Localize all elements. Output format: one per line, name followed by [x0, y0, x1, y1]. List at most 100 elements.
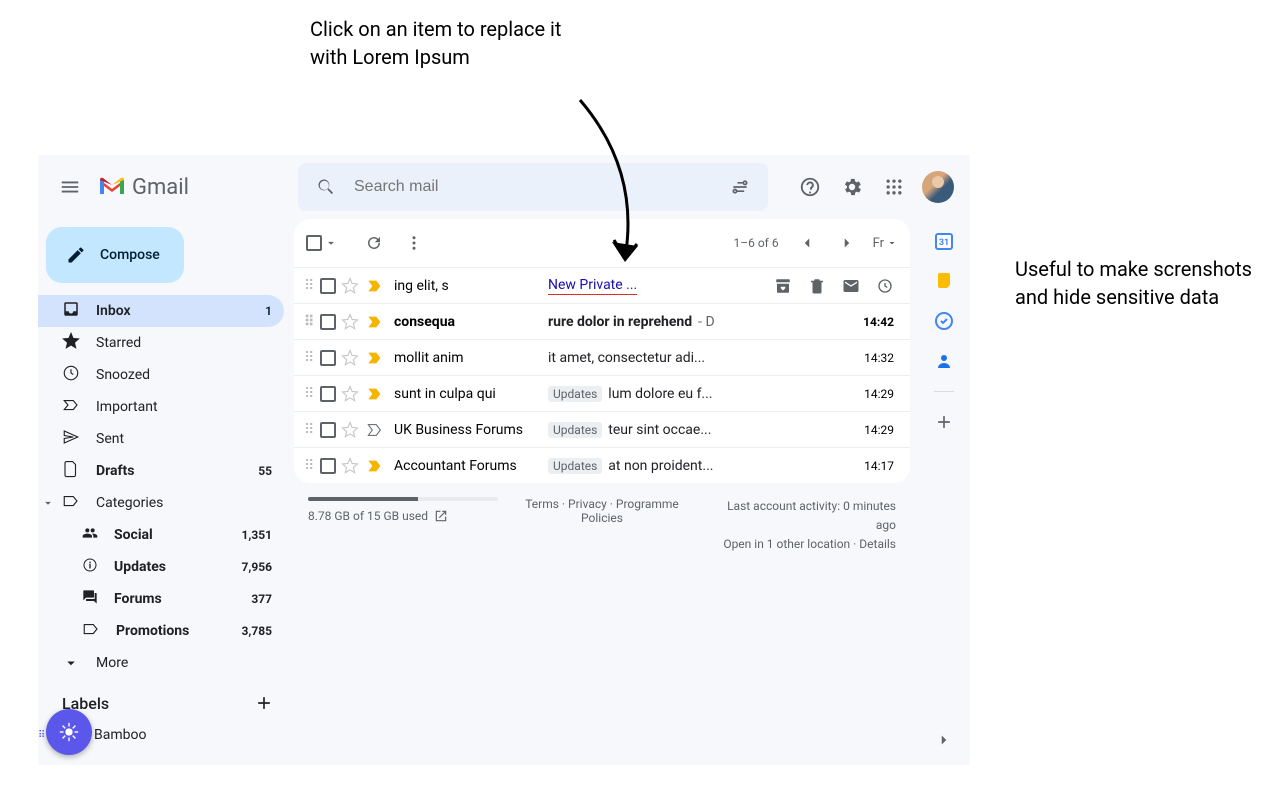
add-label-icon[interactable]	[254, 693, 274, 713]
search-icon[interactable]	[306, 167, 346, 207]
nav-label: Categories	[96, 495, 272, 511]
mail-sender: sunt in culpa qui	[388, 386, 548, 402]
collapse-panel-button[interactable]	[935, 731, 953, 753]
next-page-button[interactable]	[827, 223, 867, 263]
sidebar-item-sent[interactable]: Sent	[38, 423, 284, 455]
sidebar-item-forums[interactable]: Forums 377	[38, 583, 284, 615]
privacy-link[interactable]: Privacy	[568, 497, 607, 511]
mail-time: 14:32	[850, 351, 900, 365]
support-icon[interactable]	[790, 167, 830, 207]
sidebar-item-important[interactable]: Important	[38, 391, 284, 423]
star-icon[interactable]	[338, 457, 362, 475]
mail-area: 1–6 of 6 Fr ⠿ing elit, sNew Private ...⠿…	[294, 219, 918, 765]
row-checkbox[interactable]	[318, 458, 338, 474]
sidebar: Compose Inbox1StarredSnoozed Important Sen…	[38, 219, 294, 765]
fab-drag-handle[interactable]: ⠿	[38, 730, 45, 741]
drag-handle-icon[interactable]: ⠿	[304, 422, 318, 438]
drag-handle-icon[interactable]: ⠿	[304, 458, 318, 474]
sidebar-item-updates[interactable]: Updates7,956	[38, 551, 284, 583]
mail-row[interactable]: ⠿Accountant ForumsUpdatesat non proident…	[294, 447, 910, 483]
footer: 8.78 GB of 15 GB used Terms · Privacy · …	[294, 483, 910, 569]
sidebar-item-categories[interactable]: Categories	[38, 487, 284, 519]
important-icon	[62, 396, 80, 418]
star-icon[interactable]	[338, 421, 362, 439]
calendar-app-icon[interactable]: 31	[934, 231, 954, 251]
nav-count: 1	[265, 304, 272, 318]
drag-handle-icon[interactable]: ⠿	[304, 278, 318, 294]
star-icon[interactable]	[338, 313, 362, 331]
activity-details[interactable]: Open in 1 other location · Details	[706, 535, 896, 554]
row-checkbox[interactable]	[318, 314, 338, 330]
prev-page-button[interactable]	[787, 223, 827, 263]
star-icon[interactable]	[338, 385, 362, 403]
mail-time: 14:29	[850, 387, 900, 401]
sidebar-item-snoozed[interactable]: Snoozed	[38, 359, 284, 391]
compose-button[interactable]: Compose	[46, 227, 184, 283]
terms-link[interactable]: Terms	[525, 497, 559, 511]
select-all-checkbox[interactable]	[306, 235, 322, 251]
row-checkbox[interactable]	[318, 386, 338, 402]
drag-handle-icon[interactable]: ⠿	[304, 350, 318, 366]
extension-fab[interactable]	[46, 709, 92, 755]
sidebar-item-drafts[interactable]: Drafts55	[38, 455, 284, 487]
search-options-icon[interactable]	[720, 167, 760, 207]
importance-marker-icon[interactable]	[362, 459, 388, 473]
drag-handle-icon[interactable]: ⠿	[304, 314, 318, 330]
gmail-logo-icon	[98, 176, 126, 198]
more-actions-button[interactable]	[394, 223, 434, 263]
importance-marker-icon[interactable]	[362, 279, 388, 293]
mail-row[interactable]: ⠿mollit animit amet, consectetur adi...1…	[294, 339, 910, 375]
sidebar-item-promotions[interactable]: Promotions3,785	[38, 615, 284, 647]
star-icon[interactable]	[338, 277, 362, 295]
nav-count: 7,956	[242, 560, 273, 574]
importance-marker-icon[interactable]	[362, 423, 388, 437]
input-language-button[interactable]: Fr	[873, 236, 898, 251]
delete-icon[interactable]	[802, 271, 832, 301]
label-name: Bamboo	[94, 727, 272, 743]
select-dropdown-icon[interactable]	[324, 236, 338, 250]
search-input[interactable]	[346, 178, 720, 196]
add-addon-icon[interactable]	[934, 412, 954, 432]
keep-app-icon[interactable]	[934, 271, 954, 291]
refresh-button[interactable]	[354, 223, 394, 263]
mail-row[interactable]: ⠿consequarure dolor in reprehend - D14:4…	[294, 303, 910, 339]
open-external-icon[interactable]	[434, 509, 448, 523]
importance-marker-icon[interactable]	[362, 315, 388, 329]
tasks-app-icon[interactable]	[934, 311, 954, 331]
gmail-logo[interactable]: Gmail	[94, 175, 294, 200]
nav-label: Drafts	[96, 463, 242, 479]
app-name: Gmail	[132, 175, 189, 200]
row-checkbox[interactable]	[318, 422, 338, 438]
mail-row[interactable]: ⠿UK Business ForumsUpdatesteur sint occa…	[294, 411, 910, 447]
sidebar-item-starred[interactable]: Starred	[38, 327, 284, 359]
star-icon[interactable]	[338, 349, 362, 367]
row-checkbox[interactable]	[318, 278, 338, 294]
sidebar-item-inbox[interactable]: Inbox1	[38, 295, 284, 327]
svg-text:31: 31	[939, 238, 949, 248]
mark-unread-icon[interactable]	[836, 271, 866, 301]
importance-marker-icon[interactable]	[362, 387, 388, 401]
apps-icon[interactable]	[874, 167, 914, 207]
importance-marker-icon[interactable]	[362, 351, 388, 365]
nav-label: Important	[96, 399, 272, 415]
snooze-icon[interactable]	[870, 271, 900, 301]
search-bar[interactable]	[298, 163, 768, 211]
sidebar-item-more[interactable]: More	[38, 647, 284, 679]
account-avatar[interactable]	[922, 171, 954, 203]
mail-row[interactable]: ⠿ing elit, sNew Private ...	[294, 267, 910, 303]
archive-icon[interactable]	[768, 271, 798, 301]
main-menu-button[interactable]	[46, 163, 94, 211]
nav-count: 377	[251, 592, 272, 606]
people-icon	[82, 525, 98, 545]
mail-sender: consequa	[388, 314, 548, 330]
nav-label: Forums	[114, 591, 235, 607]
mail-row[interactable]: ⠿sunt in culpa quiUpdateslum dolore eu f…	[294, 375, 910, 411]
settings-icon[interactable]	[832, 167, 872, 207]
nav-count: 1,351	[242, 528, 273, 542]
drag-handle-icon[interactable]: ⠿	[304, 386, 318, 402]
mail-toolbar: 1–6 of 6 Fr	[294, 219, 910, 267]
contacts-app-icon[interactable]	[934, 351, 954, 371]
row-checkbox[interactable]	[318, 350, 338, 366]
nav-label: Social	[114, 527, 226, 543]
sidebar-item-social[interactable]: Social 1,351	[38, 519, 284, 551]
